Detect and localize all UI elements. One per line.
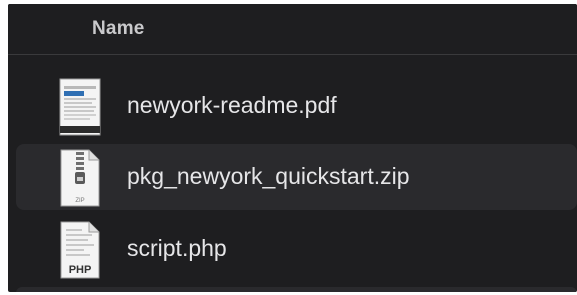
- file-row-pdf[interactable]: newyork-readme.pdf: [16, 73, 577, 139]
- php-file-icon: PHP: [60, 221, 100, 279]
- file-list-panel: Name newyork-readme.pdf ZIP pkg_newyork_…: [8, 4, 577, 292]
- pdf-document-icon: [59, 78, 101, 136]
- file-name-label: script.php: [127, 235, 227, 261]
- next-row-partial: [16, 287, 577, 292]
- column-header-bar: Name: [8, 4, 577, 54]
- zip-archive-icon: ZIP: [60, 149, 100, 207]
- php-badge-text: PHP: [69, 264, 92, 276]
- file-row-zip[interactable]: ZIP pkg_newyork_quickstart.zip: [16, 144, 577, 210]
- name-column-header[interactable]: Name: [92, 18, 145, 40]
- file-name-label: newyork-readme.pdf: [127, 92, 337, 118]
- file-row-php[interactable]: PHP script.php: [16, 216, 577, 282]
- header-divider: [8, 54, 577, 55]
- file-name-label: pkg_newyork_quickstart.zip: [127, 163, 410, 189]
- zip-badge-text: ZIP: [75, 198, 84, 204]
